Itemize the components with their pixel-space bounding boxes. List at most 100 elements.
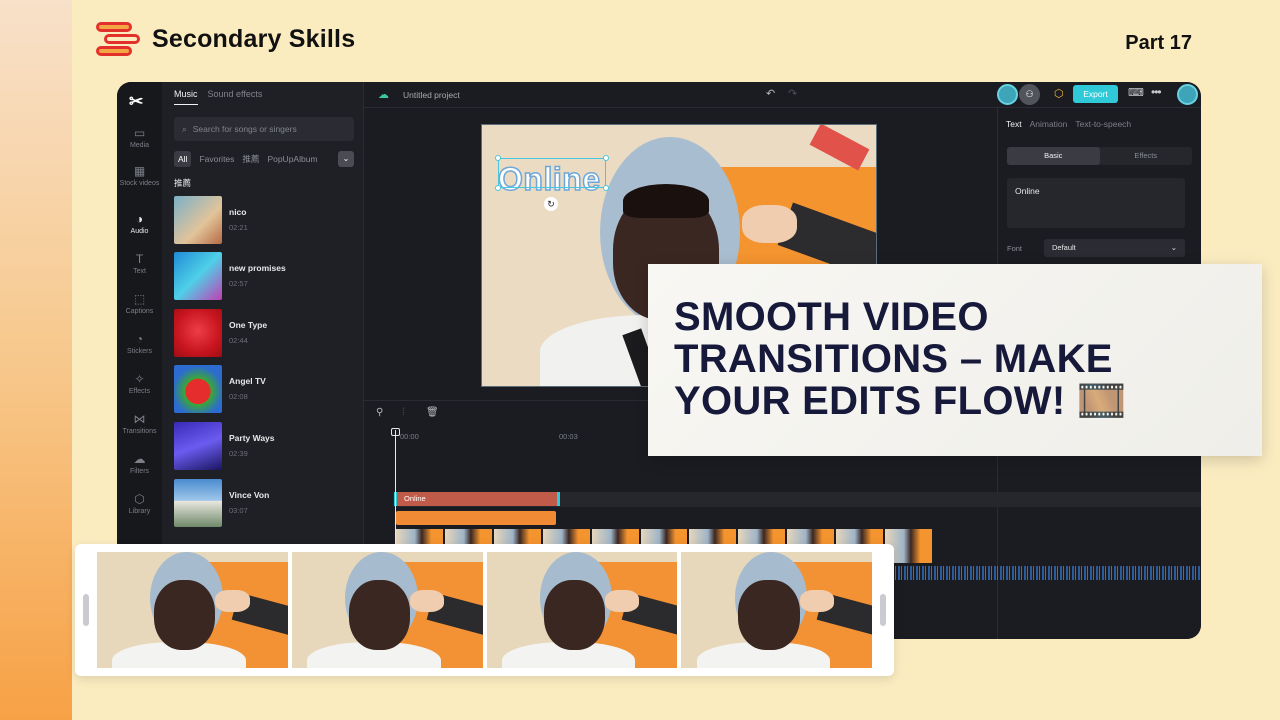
basic-effects-toggle: Basic Effects bbox=[1007, 147, 1192, 165]
nav-filters[interactable]: ☁ Filters bbox=[117, 452, 162, 475]
filter-all[interactable]: All bbox=[174, 151, 192, 167]
selection-box[interactable] bbox=[495, 155, 609, 191]
list-item[interactable]: Vince Von 03:07 bbox=[174, 479, 359, 527]
resize-handle[interactable] bbox=[495, 185, 501, 191]
film-frame bbox=[681, 552, 872, 668]
title-card: SMOOTH VIDEO TRANSITIONS – MAKE YOUR EDI… bbox=[648, 264, 1262, 456]
properties-tabs: Text Animation Text-to-speech bbox=[1006, 119, 1131, 129]
split-icon[interactable]: ⚲ bbox=[376, 407, 383, 418]
pro-badge-icon[interactable]: ⬡ bbox=[1054, 87, 1064, 100]
tab-sound-effects[interactable]: Sound effects bbox=[208, 89, 263, 105]
chevron-down-icon[interactable]: ⌄ bbox=[338, 151, 354, 167]
nav-effects[interactable]: ✧ Effects bbox=[117, 372, 162, 395]
more-options-icon[interactable]: ••• bbox=[1151, 85, 1162, 99]
list-item[interactable]: Party Ways 02:39 bbox=[174, 422, 359, 470]
chevron-down-icon: ⌄ bbox=[1170, 243, 1177, 252]
nav-stickers[interactable]: ◔ Stickers bbox=[117, 332, 162, 355]
section-heading: 推薦 bbox=[174, 178, 192, 188]
text-clip[interactable]: Online bbox=[394, 492, 560, 506]
track-cover bbox=[174, 479, 222, 527]
list-item[interactable]: nico 02:21 bbox=[174, 196, 359, 244]
text-icon: T bbox=[135, 252, 144, 266]
keyboard-shortcuts-icon[interactable]: ⌨ bbox=[1128, 86, 1144, 99]
nav-stock-videos[interactable]: ▦ Stock videos bbox=[117, 164, 162, 187]
resize-handle[interactable] bbox=[495, 155, 501, 161]
ruler-tick: 00:03 bbox=[559, 432, 578, 441]
playhead-handle[interactable] bbox=[391, 428, 400, 436]
track-cover bbox=[174, 422, 222, 470]
list-item[interactable]: new promises 02:57 bbox=[174, 252, 359, 300]
part-label: Part 17 bbox=[1125, 32, 1192, 54]
filter-recommended[interactable]: 推薦 bbox=[242, 153, 259, 165]
nav-text[interactable]: T Text bbox=[117, 252, 162, 275]
track-name: Vince Von bbox=[229, 490, 270, 500]
collaborators-icon[interactable]: ⚇ bbox=[1019, 84, 1040, 105]
avatar[interactable] bbox=[1177, 84, 1198, 105]
filter-popupalbum[interactable]: PopUpAlbum bbox=[267, 154, 317, 164]
stickers-icon: ◔ bbox=[135, 332, 144, 346]
resize-handle[interactable] bbox=[603, 155, 609, 161]
film-frame bbox=[291, 552, 483, 668]
brand: Secondary Skills bbox=[96, 20, 355, 58]
track-duration: 02:57 bbox=[229, 279, 248, 288]
segment-effects[interactable]: Effects bbox=[1100, 147, 1193, 165]
trim-icon[interactable]: ⁞ bbox=[402, 407, 405, 418]
undo-icon[interactable]: ↶ bbox=[766, 87, 775, 100]
avatar[interactable] bbox=[997, 84, 1018, 105]
film-frame bbox=[486, 552, 678, 668]
filters-icon: ☁ bbox=[133, 452, 146, 466]
nav-media[interactable]: ▭ Media bbox=[117, 126, 162, 149]
music-filters: All Favorites 推薦 PopUpAlbum bbox=[174, 151, 318, 167]
film-frame bbox=[97, 552, 288, 668]
font-select[interactable]: Default ⌄ bbox=[1044, 239, 1185, 257]
resize-handle[interactable] bbox=[603, 185, 609, 191]
media-icon: ▭ bbox=[133, 126, 146, 140]
tab-text-to-speech[interactable]: Text-to-speech bbox=[1075, 119, 1131, 129]
search-placeholder: Search for songs or singers bbox=[192, 124, 297, 134]
track-cover bbox=[174, 252, 222, 300]
left-gradient-strip bbox=[0, 0, 72, 720]
redo-icon[interactable]: ↷ bbox=[788, 87, 797, 100]
editor-topbar: ☁ Untitled project ↶ ↷ ⚇ ⬡ Export ⌨ ••• bbox=[364, 82, 1201, 108]
list-item[interactable]: Angel TV 02:08 bbox=[174, 365, 359, 413]
headline: SMOOTH VIDEO TRANSITIONS – MAKE YOUR EDI… bbox=[674, 295, 1127, 423]
music-tabs: Music Sound effects bbox=[174, 89, 262, 105]
track-name: One Type bbox=[229, 320, 268, 330]
music-search-input[interactable]: ⌕ Search for songs or singers bbox=[174, 117, 354, 141]
track-name: nico bbox=[229, 207, 247, 217]
sticker-clip[interactable] bbox=[396, 511, 556, 525]
captions-icon: ⬚ bbox=[133, 292, 146, 306]
track-name: Angel TV bbox=[229, 376, 266, 386]
ruler-tick: 00:00 bbox=[400, 432, 419, 441]
nav-audio[interactable]: ◑ Audio bbox=[117, 212, 162, 235]
tab-animation[interactable]: Animation bbox=[1030, 119, 1068, 129]
transitions-icon: ⋈ bbox=[133, 412, 146, 426]
delete-icon[interactable]: 🗑 bbox=[426, 407, 439, 418]
track-duration: 02:39 bbox=[229, 449, 248, 458]
rotate-icon[interactable]: ↻ bbox=[544, 197, 558, 211]
cloud-sync-icon[interactable]: ☁ bbox=[378, 88, 389, 101]
track-duration: 02:08 bbox=[229, 392, 248, 401]
filmstrip-card bbox=[75, 544, 894, 676]
nav-captions[interactable]: ⬚ Captions bbox=[117, 292, 162, 315]
tab-music[interactable]: Music bbox=[174, 89, 198, 105]
stock-videos-icon: ▦ bbox=[133, 164, 146, 178]
track-duration: 03:07 bbox=[229, 506, 248, 515]
brand-name: Secondary Skills bbox=[152, 24, 356, 53]
export-button[interactable]: Export bbox=[1073, 85, 1118, 103]
nav-library[interactable]: ⬡ Library bbox=[117, 492, 162, 515]
text-content-field[interactable]: Online bbox=[1007, 178, 1185, 228]
project-title[interactable]: Untitled project bbox=[403, 90, 460, 100]
nav-transitions[interactable]: ⋈ Transitions bbox=[117, 412, 162, 435]
app-logo[interactable]: ✂ bbox=[129, 92, 143, 112]
effects-icon: ✧ bbox=[134, 372, 145, 386]
audio-waveform[interactable] bbox=[892, 566, 1201, 580]
tab-text[interactable]: Text bbox=[1006, 119, 1022, 129]
filter-favorites[interactable]: Favorites bbox=[199, 154, 234, 164]
right-trim-handle[interactable] bbox=[880, 594, 886, 626]
segment-basic[interactable]: Basic bbox=[1007, 147, 1100, 165]
list-item[interactable]: One Type 02:44 bbox=[174, 309, 359, 357]
track-cover bbox=[174, 196, 222, 244]
left-trim-handle[interactable] bbox=[83, 594, 89, 626]
track-duration: 02:21 bbox=[229, 223, 248, 232]
